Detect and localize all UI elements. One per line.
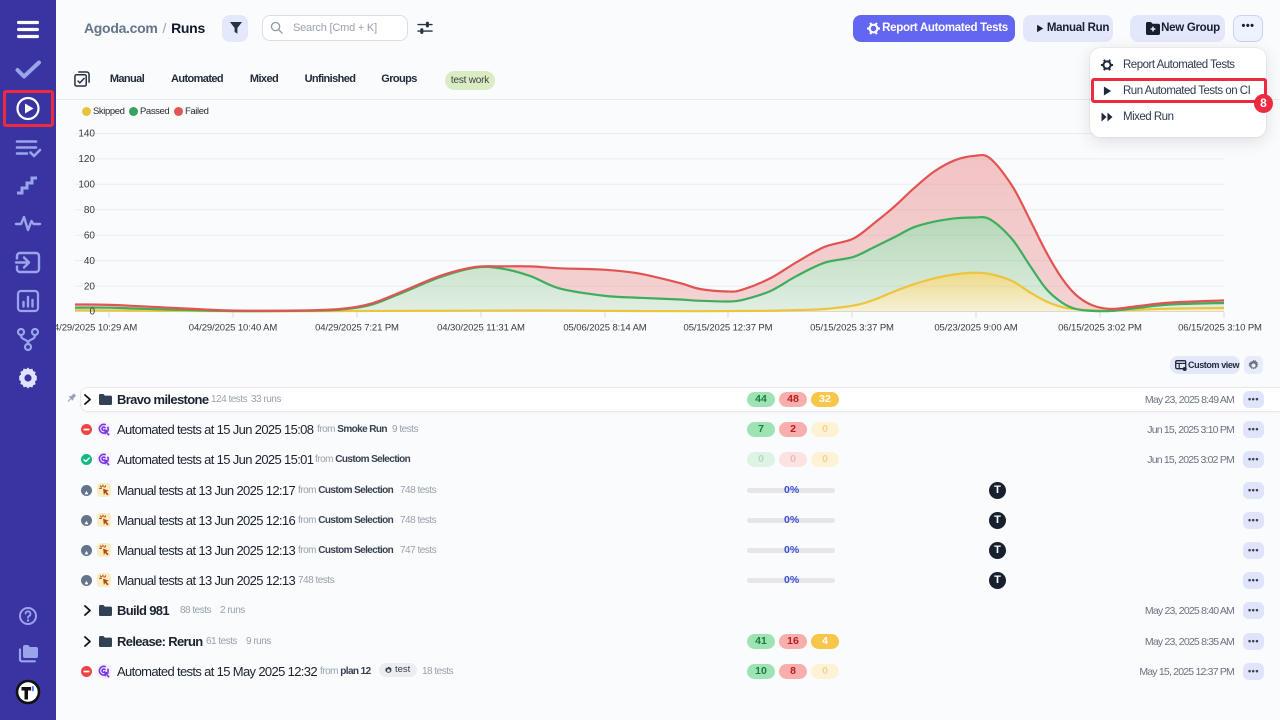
svg-text:100: 100	[78, 180, 95, 191]
svg-text:0: 0	[89, 307, 95, 318]
svg-text:05/23/2025 9:00 AM: 05/23/2025 9:00 AM	[934, 323, 1017, 334]
svg-text:40: 40	[84, 256, 96, 267]
svg-text:06/15/2025 3:02 PM: 06/15/2025 3:02 PM	[1058, 323, 1142, 334]
svg-text:20: 20	[84, 281, 96, 292]
svg-text:04/29/2025 10:29 AM: 04/29/2025 10:29 AM	[56, 323, 137, 334]
svg-text:80: 80	[84, 205, 96, 216]
svg-text:04/30/2025 11:31 AM: 04/30/2025 11:31 AM	[437, 323, 525, 334]
svg-text:60: 60	[84, 230, 96, 241]
svg-text:05/06/2025 8:14 AM: 05/06/2025 8:14 AM	[563, 323, 646, 334]
svg-text:04/29/2025 10:40 AM: 04/29/2025 10:40 AM	[189, 323, 278, 334]
svg-text:05/15/2025 3:37 PM: 05/15/2025 3:37 PM	[810, 323, 894, 334]
svg-text:04/29/2025 7:21 PM: 04/29/2025 7:21 PM	[315, 323, 399, 334]
svg-text:06/15/2025 3:10 PM: 06/15/2025 3:10 PM	[1178, 323, 1262, 334]
svg-text:05/15/2025 12:37 PM: 05/15/2025 12:37 PM	[684, 323, 773, 334]
svg-text:120: 120	[78, 154, 95, 165]
svg-text:140: 140	[78, 129, 95, 140]
